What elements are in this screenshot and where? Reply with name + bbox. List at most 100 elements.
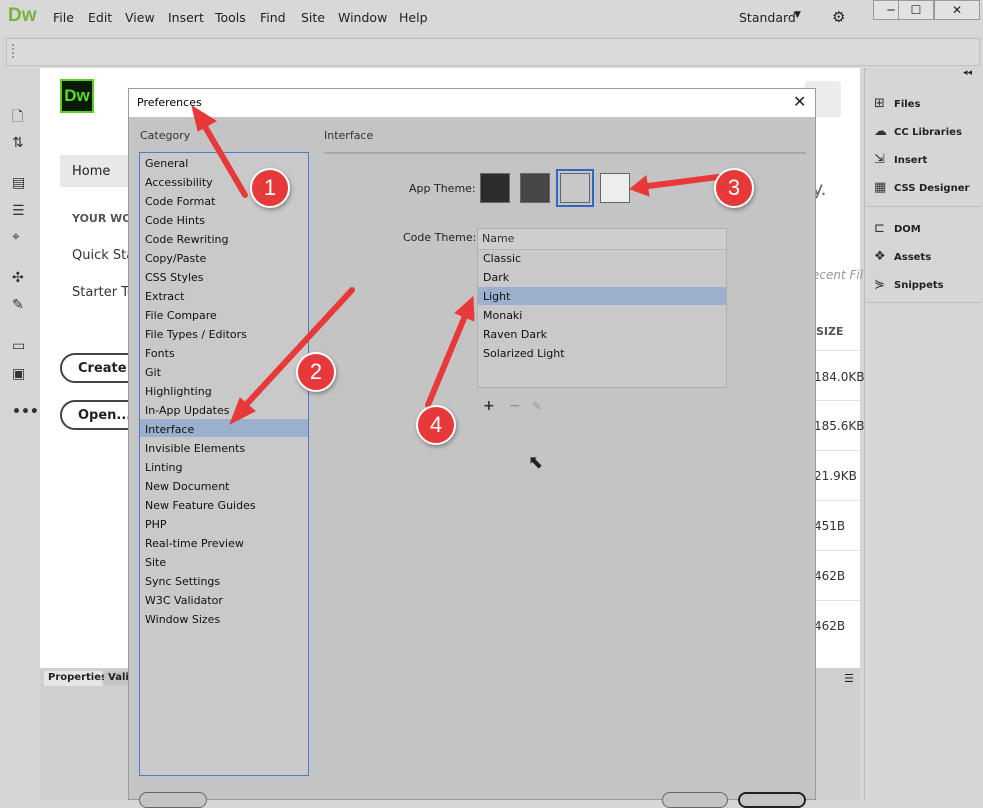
app-theme-swatch-lightest[interactable]	[600, 173, 630, 203]
panel-assets-label: Assets	[894, 252, 932, 263]
recent-files-label: ecent Fil	[812, 268, 864, 282]
file-icon[interactable]: 🗋	[12, 106, 23, 130]
add-icon[interactable]: +	[483, 398, 495, 414]
panel-insert[interactable]: ⇲ Insert	[874, 152, 927, 167]
panel-dom[interactable]: ⊏ DOM	[874, 221, 921, 236]
tab-validation[interactable]: Vali	[104, 671, 130, 686]
category-item-window-sizes[interactable]: Window Sizes	[145, 613, 220, 626]
menu-help[interactable]: Help	[399, 10, 428, 25]
category-item-general[interactable]: General	[145, 157, 188, 170]
code-theme-selection-highlight	[478, 287, 726, 305]
annotation-badge-2: 2	[296, 352, 336, 392]
category-item-extract[interactable]: Extract	[145, 290, 184, 303]
snippets-icon: ⋟	[874, 277, 885, 292]
dom-tools-icon[interactable]: ✣	[12, 270, 24, 286]
category-item-accessibility[interactable]: Accessibility	[145, 176, 213, 189]
menu-file[interactable]: File	[53, 10, 74, 25]
category-item-in-app-updates[interactable]: In-App Updates	[145, 404, 230, 417]
category-item-real-time-preview[interactable]: Real-time Preview	[145, 537, 244, 550]
recent-file-size: 451B	[814, 519, 846, 533]
code-theme-item-classic[interactable]: Classic	[483, 252, 521, 265]
assets-icon: ❖	[874, 249, 886, 264]
panel-cc-libraries[interactable]: ☁ CC Libraries	[874, 124, 962, 139]
chevron-down-icon[interactable]: ▼	[794, 10, 801, 20]
target-icon[interactable]: ⌖	[12, 229, 20, 245]
code-theme-name-column[interactable]: Name	[482, 232, 514, 245]
category-item-css-styles[interactable]: CSS Styles	[145, 271, 204, 284]
annotation-badge-4: 4	[416, 405, 456, 445]
category-item-highlighting[interactable]: Highlighting	[145, 385, 212, 398]
menu-site[interactable]: Site	[301, 10, 325, 25]
menu-edit[interactable]: Edit	[88, 10, 112, 25]
menu-tools[interactable]: Tools	[215, 10, 246, 25]
category-item-code-format[interactable]: Code Format	[145, 195, 215, 208]
category-item-sync-settings[interactable]: Sync Settings	[145, 575, 220, 588]
menu-view[interactable]: View	[125, 10, 155, 25]
panel-menu-icon[interactable]: ☰	[844, 672, 854, 685]
category-item-copy-paste[interactable]: Copy/Paste	[145, 252, 206, 265]
toolbar-grip[interactable]	[12, 44, 16, 58]
category-item-interface[interactable]: Interface	[145, 423, 194, 436]
category-item-linting[interactable]: Linting	[145, 461, 182, 474]
panel-css-designer-label: CSS Designer	[894, 183, 970, 194]
mouse-pointer-icon: ⬉	[528, 452, 544, 473]
close-button[interactable]	[662, 792, 728, 808]
category-item-file-compare[interactable]: File Compare	[145, 309, 217, 322]
help-button[interactable]	[139, 792, 207, 808]
menu-insert[interactable]: Insert	[168, 10, 204, 25]
category-item-fonts[interactable]: Fonts	[145, 347, 175, 360]
category-item-git[interactable]: Git	[145, 366, 161, 379]
format-icon[interactable]: ▣	[12, 366, 25, 382]
category-item-file-types[interactable]: File Types / Editors	[145, 328, 247, 341]
app-theme-swatch-light[interactable]	[560, 173, 590, 203]
app-logo: Dw	[8, 5, 37, 26]
dialog-title-bar[interactable]	[129, 89, 815, 117]
code-inspect-icon[interactable]: ▤	[12, 175, 25, 191]
minus-icon[interactable]: −	[509, 398, 521, 414]
category-item-code-hints[interactable]: Code Hints	[145, 214, 205, 227]
category-item-invisible-elements[interactable]: Invisible Elements	[145, 442, 245, 455]
menu-window[interactable]: Window	[338, 10, 387, 25]
code-theme-item-dark[interactable]: Dark	[483, 271, 509, 284]
category-item-new-document[interactable]: New Document	[145, 480, 229, 493]
code-theme-label: Code Theme:	[403, 231, 477, 244]
close-window-button[interactable]: ✕	[934, 0, 980, 20]
brush-icon[interactable]: ✎	[12, 297, 24, 313]
category-item-code-rewriting[interactable]: Code Rewriting	[145, 233, 228, 246]
close-icon[interactable]: ✕	[793, 92, 806, 111]
maximize-button[interactable]: ☐	[898, 0, 934, 20]
category-item-new-feature-guides[interactable]: New Feature Guides	[145, 499, 256, 512]
category-item-php[interactable]: PHP	[145, 518, 167, 531]
category-item-site[interactable]: Site	[145, 556, 166, 569]
pencil-icon[interactable]: ✎	[532, 399, 542, 413]
app-theme-swatch-dark[interactable]	[520, 173, 550, 203]
more-icon[interactable]: •••	[12, 404, 39, 420]
collapse-panels-icon[interactable]: ◂◂	[963, 68, 972, 78]
comment-icon[interactable]: ▭	[12, 338, 25, 354]
indent-icon[interactable]: ☰	[12, 203, 25, 219]
apply-button[interactable]	[738, 792, 806, 808]
app-theme-swatch-darkest[interactable]	[480, 173, 510, 203]
panel-css-designer[interactable]: ▦ CSS Designer	[874, 180, 969, 195]
menu-find[interactable]: Find	[260, 10, 286, 25]
category-label: Category	[140, 129, 191, 142]
sync-settings-icon[interactable]: ⚙	[832, 8, 845, 26]
panel-separator	[866, 206, 982, 207]
annotation-badge-3: 3	[714, 168, 754, 208]
code-theme-item-solarized-light[interactable]: Solarized Light	[483, 347, 565, 360]
file-transfer-icon[interactable]: ⇅	[12, 135, 24, 151]
insert-icon: ⇲	[874, 152, 885, 167]
right-panel-dock	[864, 68, 983, 800]
panel-snippets[interactable]: ⋟ Snippets	[874, 277, 944, 292]
code-theme-item-light[interactable]: Light	[483, 290, 510, 303]
recent-file-size: 185.6KB	[814, 419, 865, 433]
tab-properties[interactable]: Properties	[44, 671, 107, 686]
category-item-w3c-validator[interactable]: W3C Validator	[145, 594, 223, 607]
code-theme-item-monaki[interactable]: Monaki	[483, 309, 522, 322]
code-theme-item-raven-dark[interactable]: Raven Dark	[483, 328, 547, 341]
workspace-switcher[interactable]: Standard	[739, 10, 796, 25]
section-divider	[324, 152, 806, 154]
panel-dom-label: DOM	[894, 224, 921, 235]
panel-files[interactable]: ⊞ Files	[874, 96, 920, 111]
panel-assets[interactable]: ❖ Assets	[874, 249, 931, 264]
